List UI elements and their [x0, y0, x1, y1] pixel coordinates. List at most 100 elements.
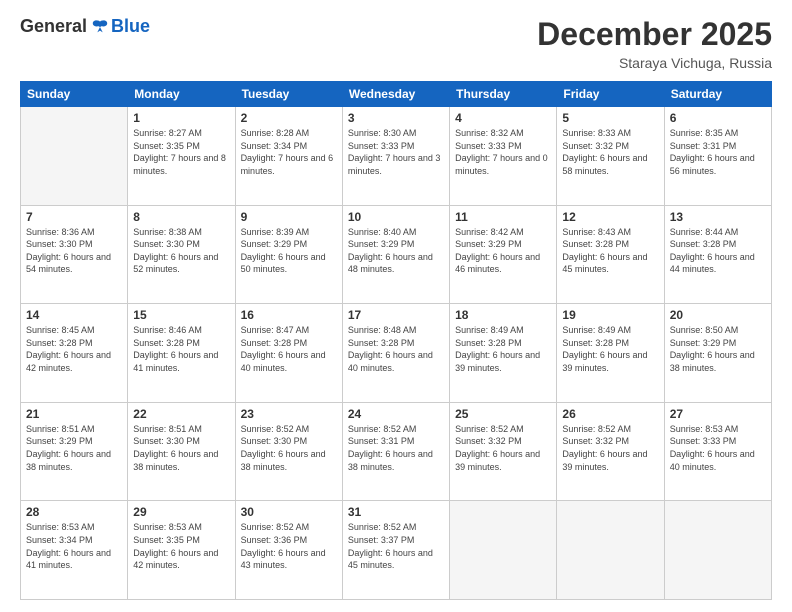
day-number: 30	[241, 505, 337, 519]
day-info: Sunrise: 8:49 AMSunset: 3:28 PMDaylight:…	[562, 324, 658, 374]
day-number: 3	[348, 111, 444, 125]
day-number: 21	[26, 407, 122, 421]
calendar-cell: 1Sunrise: 8:27 AMSunset: 3:35 PMDaylight…	[128, 107, 235, 206]
day-info: Sunrise: 8:50 AMSunset: 3:29 PMDaylight:…	[670, 324, 766, 374]
calendar-cell: 27 Sunrise: 8:53 AMSunset: 3:33 PMDayligh…	[664, 402, 771, 501]
logo-general: General	[20, 16, 87, 37]
calendar-cell: 11 Sunrise: 8:42 AMSunset: 3:29 PMDayligh…	[450, 205, 557, 304]
weekday-header-wednesday: Wednesday	[342, 82, 449, 107]
day-number: 7	[26, 210, 122, 224]
day-info: Sunrise: 8:52 AMSunset: 3:36 PMDaylight:…	[241, 521, 337, 571]
day-number: 16	[241, 308, 337, 322]
day-number: 1	[133, 111, 229, 125]
day-number: 19	[562, 308, 658, 322]
calendar-cell: 3 Sunrise: 8:30 AMSunset: 3:33 PMDaylight…	[342, 107, 449, 206]
day-info: Sunrise: 8:51 AMSunset: 3:29 PMDaylight:…	[26, 423, 122, 473]
day-number: 31	[348, 505, 444, 519]
logo-text: General Blue	[20, 16, 150, 37]
weekday-header-monday: Monday	[128, 82, 235, 107]
header-right: December 2025 Staraya Vichuga, Russia	[537, 16, 772, 71]
month-title: December 2025	[537, 16, 772, 53]
calendar-cell: 13 Sunrise: 8:44 AMSunset: 3:28 PMDayligh…	[664, 205, 771, 304]
calendar-cell	[450, 501, 557, 600]
day-number: 13	[670, 210, 766, 224]
weekday-header-sunday: Sunday	[21, 82, 128, 107]
day-info: Sunrise: 8:53 AMSunset: 3:33 PMDaylight:…	[670, 423, 766, 473]
day-number: 6	[670, 111, 766, 125]
logo-bird-icon	[91, 18, 109, 36]
weekday-header-friday: Friday	[557, 82, 664, 107]
calendar-cell: 18 Sunrise: 8:49 AMSunset: 3:28 PMDayligh…	[450, 304, 557, 403]
calendar-table: SundayMondayTuesdayWednesdayThursdayFrid…	[20, 81, 772, 600]
calendar-cell: 5 Sunrise: 8:33 AMSunset: 3:32 PMDaylight…	[557, 107, 664, 206]
calendar-cell: 24 Sunrise: 8:52 AMSunset: 3:31 PMDayligh…	[342, 402, 449, 501]
day-info: Sunrise: 8:35 AMSunset: 3:31 PMDaylight:…	[670, 127, 766, 177]
day-number: 5	[562, 111, 658, 125]
weekday-header-row: SundayMondayTuesdayWednesdayThursdayFrid…	[21, 82, 772, 107]
calendar-cell: 6 Sunrise: 8:35 AMSunset: 3:31 PMDaylight…	[664, 107, 771, 206]
calendar-cell: 9Sunrise: 8:39 AMSunset: 3:29 PMDaylight…	[235, 205, 342, 304]
day-info: Sunrise: 8:45 AMSunset: 3:28 PMDaylight:…	[26, 324, 122, 374]
calendar-week-5: 28Sunrise: 8:53 AMSunset: 3:34 PMDayligh…	[21, 501, 772, 600]
calendar-week-4: 21 Sunrise: 8:51 AMSunset: 3:29 PMDayligh…	[21, 402, 772, 501]
calendar-week-1: 1Sunrise: 8:27 AMSunset: 3:35 PMDaylight…	[21, 107, 772, 206]
calendar-cell: 4Sunrise: 8:32 AMSunset: 3:33 PMDaylight…	[450, 107, 557, 206]
calendar-cell: 17Sunrise: 8:48 AMSunset: 3:28 PMDayligh…	[342, 304, 449, 403]
calendar-cell: 14 Sunrise: 8:45 AMSunset: 3:28 PMDayligh…	[21, 304, 128, 403]
calendar-week-2: 7 Sunrise: 8:36 AMSunset: 3:30 PMDaylight…	[21, 205, 772, 304]
day-number: 27	[670, 407, 766, 421]
day-info: Sunrise: 8:44 AMSunset: 3:28 PMDaylight:…	[670, 226, 766, 276]
weekday-header-saturday: Saturday	[664, 82, 771, 107]
calendar-cell: 28Sunrise: 8:53 AMSunset: 3:34 PMDayligh…	[21, 501, 128, 600]
day-number: 14	[26, 308, 122, 322]
logo-blue: Blue	[111, 16, 150, 37]
calendar-cell: 30 Sunrise: 8:52 AMSunset: 3:36 PMDayligh…	[235, 501, 342, 600]
calendar-cell: 7 Sunrise: 8:36 AMSunset: 3:30 PMDaylight…	[21, 205, 128, 304]
day-number: 18	[455, 308, 551, 322]
day-number: 8	[133, 210, 229, 224]
day-number: 11	[455, 210, 551, 224]
day-number: 29	[133, 505, 229, 519]
calendar-cell	[21, 107, 128, 206]
day-info: Sunrise: 8:52 AMSunset: 3:37 PMDaylight:…	[348, 521, 444, 571]
calendar-cell: 15 Sunrise: 8:46 AMSunset: 3:28 PMDayligh…	[128, 304, 235, 403]
day-info: Sunrise: 8:52 AMSunset: 3:32 PMDaylight:…	[455, 423, 551, 473]
weekday-header-thursday: Thursday	[450, 82, 557, 107]
day-number: 22	[133, 407, 229, 421]
day-number: 17	[348, 308, 444, 322]
day-info: Sunrise: 8:33 AMSunset: 3:32 PMDaylight:…	[562, 127, 658, 177]
day-number: 2	[241, 111, 337, 125]
day-info: Sunrise: 8:42 AMSunset: 3:29 PMDaylight:…	[455, 226, 551, 276]
day-number: 10	[348, 210, 444, 224]
day-info: Sunrise: 8:38 AMSunset: 3:30 PMDaylight:…	[133, 226, 229, 276]
day-number: 4	[455, 111, 551, 125]
day-info: Sunrise: 8:49 AMSunset: 3:28 PMDaylight:…	[455, 324, 551, 374]
calendar-cell: 19 Sunrise: 8:49 AMSunset: 3:28 PMDayligh…	[557, 304, 664, 403]
calendar-cell: 25 Sunrise: 8:52 AMSunset: 3:32 PMDayligh…	[450, 402, 557, 501]
day-info: Sunrise: 8:30 AMSunset: 3:33 PMDaylight:…	[348, 127, 444, 177]
page: General Blue December 2025 Staraya Vichu…	[0, 0, 792, 612]
day-number: 26	[562, 407, 658, 421]
day-number: 24	[348, 407, 444, 421]
day-info: Sunrise: 8:43 AMSunset: 3:28 PMDaylight:…	[562, 226, 658, 276]
calendar-cell: 2Sunrise: 8:28 AMSunset: 3:34 PMDaylight…	[235, 107, 342, 206]
calendar-cell	[664, 501, 771, 600]
day-number: 15	[133, 308, 229, 322]
day-info: Sunrise: 8:36 AMSunset: 3:30 PMDaylight:…	[26, 226, 122, 276]
day-info: Sunrise: 8:53 AMSunset: 3:35 PMDaylight:…	[133, 521, 229, 571]
weekday-header-tuesday: Tuesday	[235, 82, 342, 107]
calendar-cell: 20Sunrise: 8:50 AMSunset: 3:29 PMDayligh…	[664, 304, 771, 403]
day-number: 23	[241, 407, 337, 421]
location: Staraya Vichuga, Russia	[537, 55, 772, 71]
calendar-cell: 21 Sunrise: 8:51 AMSunset: 3:29 PMDayligh…	[21, 402, 128, 501]
day-number: 25	[455, 407, 551, 421]
calendar-cell: 16Sunrise: 8:47 AMSunset: 3:28 PMDayligh…	[235, 304, 342, 403]
day-number: 9	[241, 210, 337, 224]
calendar-cell: 26Sunrise: 8:52 AMSunset: 3:32 PMDayligh…	[557, 402, 664, 501]
calendar-week-3: 14 Sunrise: 8:45 AMSunset: 3:28 PMDayligh…	[21, 304, 772, 403]
day-info: Sunrise: 8:46 AMSunset: 3:28 PMDaylight:…	[133, 324, 229, 374]
calendar-cell: 22Sunrise: 8:51 AMSunset: 3:30 PMDayligh…	[128, 402, 235, 501]
day-info: Sunrise: 8:40 AMSunset: 3:29 PMDaylight:…	[348, 226, 444, 276]
day-info: Sunrise: 8:52 AMSunset: 3:31 PMDaylight:…	[348, 423, 444, 473]
header: General Blue December 2025 Staraya Vichu…	[20, 16, 772, 71]
